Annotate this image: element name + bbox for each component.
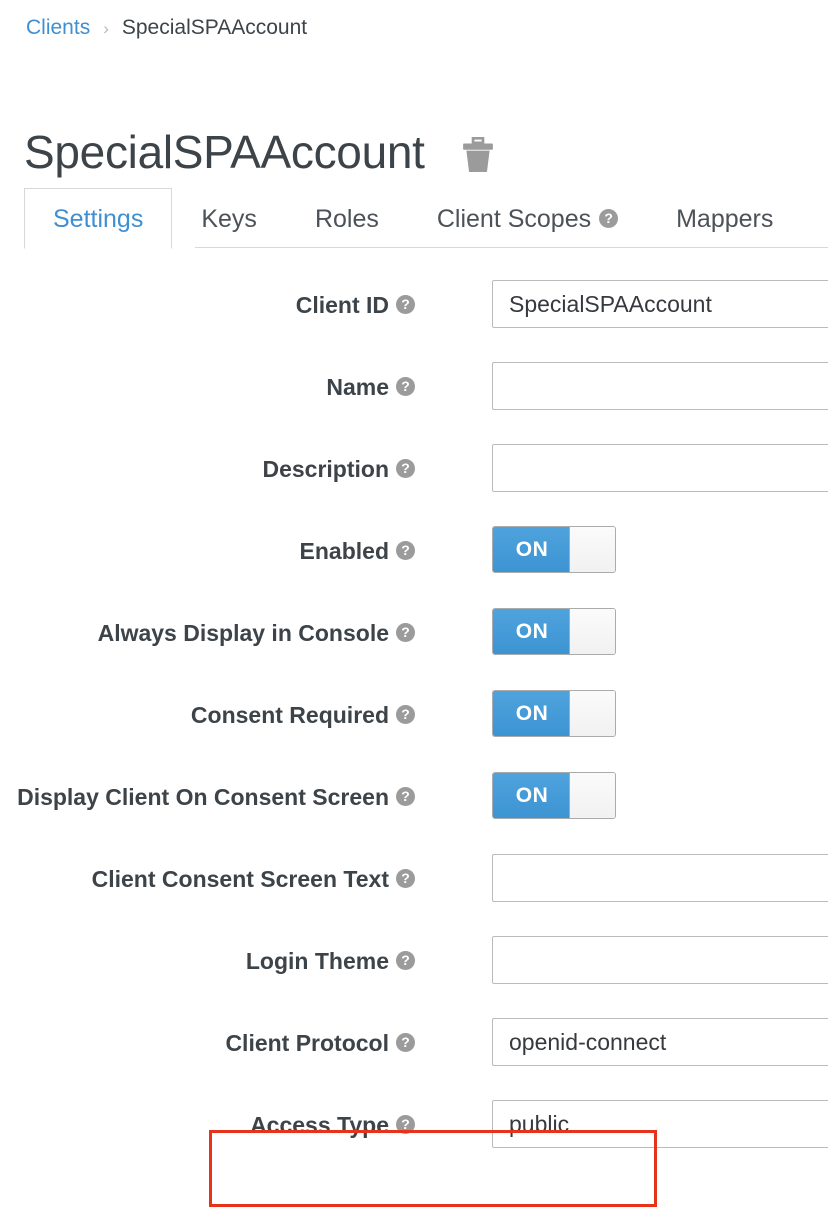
display-client-on-consent-screen-toggle[interactable]: ON	[492, 772, 616, 819]
form-row-client-id: Client ID?	[0, 272, 828, 354]
help-icon[interactable]: ?	[396, 459, 415, 479]
access-type-select[interactable]	[492, 1100, 828, 1148]
breadcrumb-current: SpecialSPAAccount	[121, 16, 308, 39]
field-control: ON	[415, 600, 828, 655]
field-control	[415, 354, 828, 410]
tab-roles[interactable]: Roles	[286, 188, 408, 248]
tab-bar: Settings Keys Roles Client Scopes ? Mapp…	[0, 186, 828, 249]
toggle-on-label: ON	[493, 609, 571, 654]
field-label-text: Access Type	[250, 1112, 389, 1138]
help-icon[interactable]: ?	[396, 541, 415, 561]
form-row-name: Name?	[0, 354, 828, 436]
client-protocol-select[interactable]	[492, 1018, 828, 1066]
breadcrumb-link-clients[interactable]: Clients	[26, 16, 90, 40]
form-row-consent-required: Consent Required? ON	[0, 682, 828, 764]
always-display-in-console-toggle[interactable]: ON	[492, 608, 616, 655]
help-icon[interactable]: ?	[396, 623, 415, 643]
tab-settings[interactable]: Settings	[24, 188, 173, 249]
field-control: ON	[415, 518, 828, 573]
field-label: Enabled?	[0, 518, 415, 566]
field-label-text: Name	[326, 374, 389, 400]
field-label: Login Theme?	[0, 928, 415, 976]
toggle-knob	[569, 527, 615, 572]
field-control	[415, 1092, 828, 1148]
field-label: Consent Required?	[0, 682, 415, 730]
field-label-text: Always Display in Console	[97, 620, 389, 646]
toggle-knob	[569, 691, 615, 736]
help-icon[interactable]: ?	[396, 705, 415, 725]
page-title: SpecialSPAAccount	[24, 125, 425, 178]
consent-required-toggle[interactable]: ON	[492, 690, 616, 737]
help-icon[interactable]: ?	[599, 209, 619, 228]
client-id-input[interactable]	[492, 280, 828, 328]
toggle-on-label: ON	[493, 691, 571, 736]
field-control	[415, 436, 828, 492]
field-label-text: Consent Required	[190, 702, 389, 728]
login-theme-select[interactable]	[492, 936, 828, 984]
field-label-text: Client Consent Screen Text	[91, 866, 389, 892]
breadcrumb: Clients › SpecialSPAAccount	[26, 16, 307, 40]
tab-label: Mappers	[676, 204, 774, 233]
form-row-access-type: Access Type?	[0, 1092, 828, 1174]
field-control	[415, 846, 828, 902]
field-label-text: Enabled	[299, 538, 389, 564]
form-row-login-theme: Login Theme?	[0, 928, 828, 1010]
help-icon[interactable]: ?	[396, 1033, 415, 1053]
field-label: Client Protocol?	[0, 1010, 415, 1058]
toggle-on-label: ON	[493, 527, 571, 572]
trash-icon[interactable]	[461, 136, 495, 175]
field-control: ON	[415, 682, 828, 737]
field-label: Access Type?	[0, 1092, 415, 1140]
field-label-text: Login Theme	[245, 948, 389, 974]
tab-keys[interactable]: Keys	[172, 188, 286, 248]
tab-list: Settings Keys Roles Client Scopes ? Mapp…	[24, 186, 802, 249]
help-icon[interactable]: ?	[396, 1115, 415, 1135]
form-row-client-protocol: Client Protocol?	[0, 1010, 828, 1092]
tab-label: Roles	[314, 204, 379, 233]
help-icon[interactable]: ?	[396, 869, 415, 889]
field-label: Client ID?	[0, 272, 415, 320]
tab-client-scopes[interactable]: Client Scopes ?	[408, 188, 647, 248]
field-label: Name?	[0, 354, 415, 402]
field-label: Client Consent Screen Text?	[0, 846, 415, 894]
form-row-client-consent-screen-text: Client Consent Screen Text?	[0, 846, 828, 928]
field-control	[415, 272, 828, 328]
form-row-always-display-in-console: Always Display in Console? ON	[0, 600, 828, 682]
toggle-on-label: ON	[493, 773, 571, 818]
field-label-text: Client ID	[295, 292, 389, 318]
field-label: Display Client On Consent Screen?	[0, 764, 415, 812]
form-row-enabled: Enabled? ON	[0, 518, 828, 600]
field-label-text: Client Protocol	[225, 1030, 389, 1056]
tab-label: Client Scopes	[436, 204, 592, 233]
help-icon[interactable]: ?	[396, 295, 415, 315]
tab-label: Settings	[53, 204, 144, 233]
tab-label: Keys	[201, 204, 257, 233]
client-consent-screen-text-input[interactable]	[492, 854, 828, 902]
client-settings-form: Client ID? Name? Description?	[0, 272, 828, 1174]
breadcrumb-separator-icon: ›	[103, 19, 109, 38]
field-label: Always Display in Console?	[0, 600, 415, 648]
field-label-text: Description	[262, 456, 389, 482]
field-control	[415, 928, 828, 984]
field-control	[415, 1010, 828, 1066]
name-input[interactable]	[492, 362, 828, 410]
toggle-knob	[569, 773, 615, 818]
field-control: ON	[415, 764, 828, 819]
form-row-description: Description?	[0, 436, 828, 518]
keycloak-client-settings-page: Clients › SpecialSPAAccount SpecialSPAAc…	[0, 0, 828, 1226]
description-input[interactable]	[492, 444, 828, 492]
field-label: Description?	[0, 436, 415, 484]
toggle-knob	[569, 609, 615, 654]
field-label-text: Display Client On Consent Screen	[17, 784, 389, 810]
tab-mappers[interactable]: Mappers	[647, 188, 802, 248]
help-icon[interactable]: ?	[396, 951, 415, 971]
help-icon[interactable]: ?	[396, 787, 415, 807]
help-icon[interactable]: ?	[396, 377, 415, 397]
enabled-toggle[interactable]: ON	[492, 526, 616, 573]
form-row-display-client-on-consent-screen: Display Client On Consent Screen? ON	[0, 764, 828, 846]
